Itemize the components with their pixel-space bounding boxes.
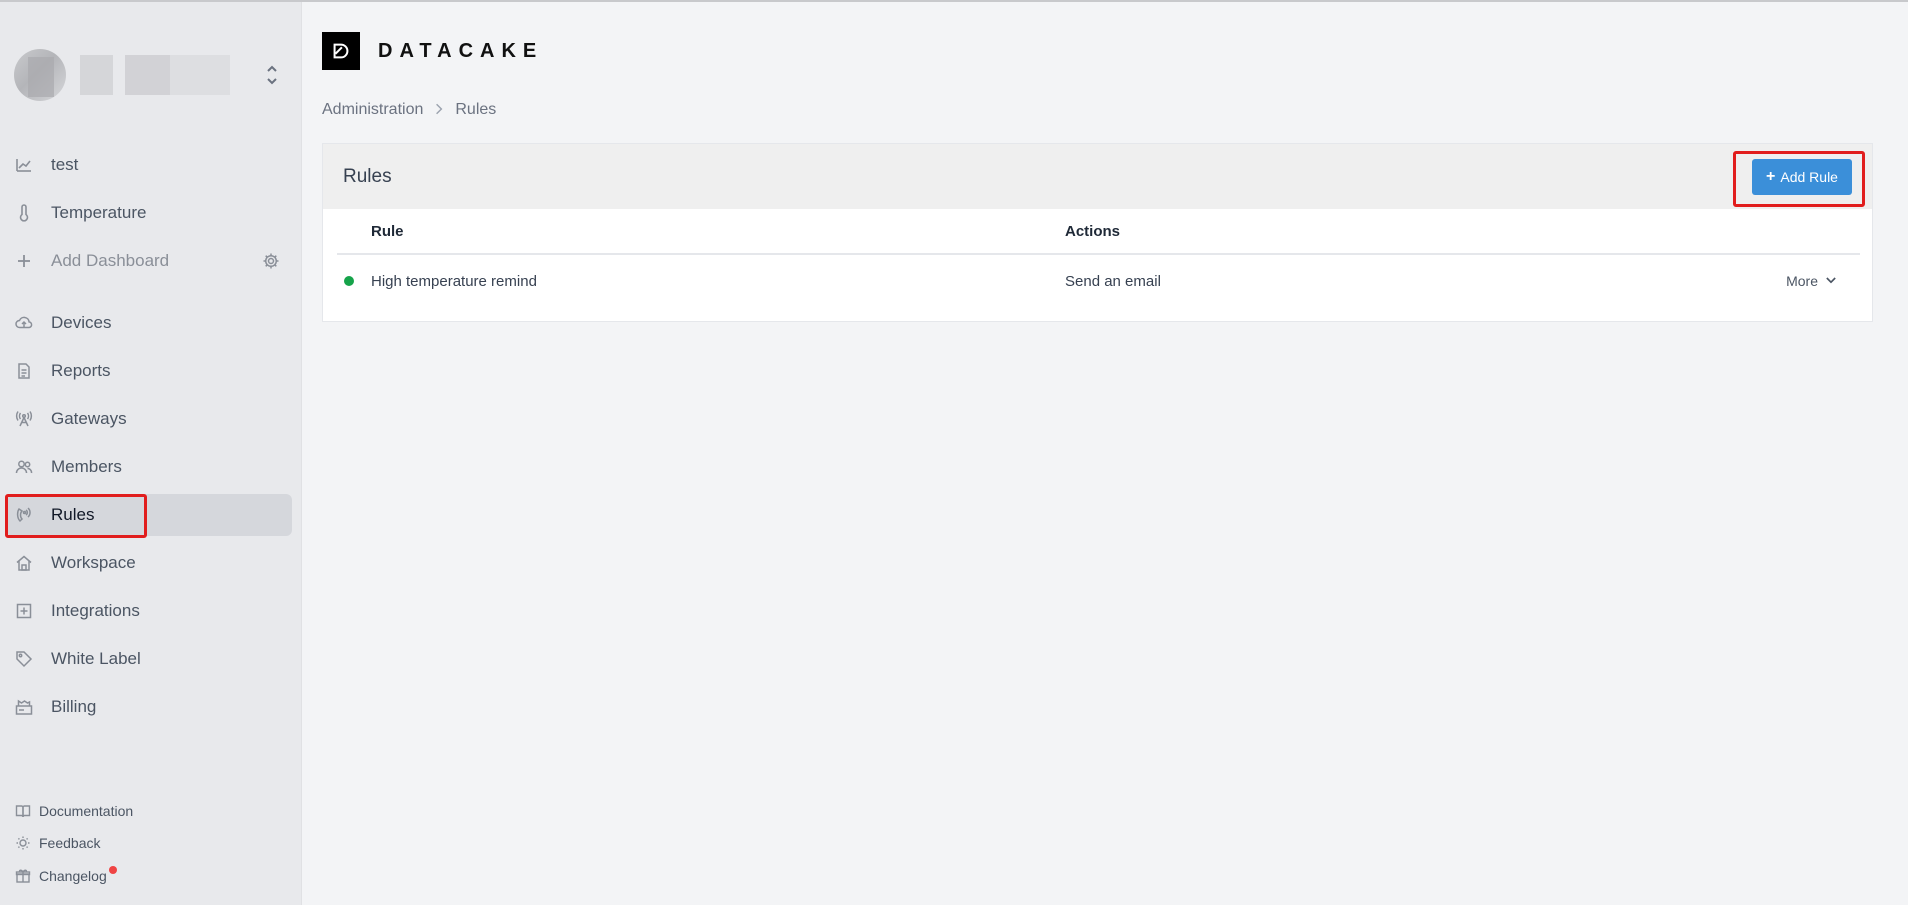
gift-icon bbox=[15, 868, 31, 884]
workspace-avatar bbox=[14, 49, 66, 101]
sidebar: test Temperature Add Dashboard Devices R… bbox=[0, 2, 302, 905]
main-content: DATACAKE Administration Rules Rules + Ad… bbox=[302, 2, 1908, 905]
workspace-name-blurred bbox=[80, 55, 230, 95]
home-icon bbox=[15, 554, 33, 572]
sidebar-item-billing[interactable]: Billing bbox=[6, 686, 292, 728]
footer-label: Changelog bbox=[39, 868, 107, 884]
breadcrumb-administration[interactable]: Administration bbox=[322, 101, 423, 119]
sidebar-item-label: Reports bbox=[51, 361, 111, 380]
plus-square-icon bbox=[15, 602, 33, 620]
sidebar-item-label: test bbox=[51, 155, 79, 174]
table-header: Rule Actions bbox=[337, 209, 1860, 255]
documentation-link[interactable]: Documentation bbox=[15, 800, 133, 822]
footer-label: Documentation bbox=[39, 803, 134, 819]
sidebar-item-label: Integrations bbox=[51, 601, 140, 620]
logo-text: DATACAKE bbox=[378, 39, 544, 62]
datacake-logo: DATACAKE bbox=[322, 32, 543, 70]
sidebar-item-members[interactable]: Members bbox=[6, 446, 292, 488]
changelog-link[interactable]: Changelog bbox=[15, 865, 117, 887]
breadcrumb-current: Rules bbox=[455, 101, 497, 118]
sidebar-item-label: Members bbox=[51, 457, 122, 476]
sidebar-item-label: Workspace bbox=[51, 553, 136, 572]
feedback-link[interactable]: Feedback bbox=[15, 832, 100, 854]
card-title: Rules bbox=[343, 165, 392, 187]
rule-action: Send an email bbox=[1065, 272, 1161, 290]
tag-icon bbox=[15, 650, 33, 668]
sidebar-item-gateways[interactable]: Gateways bbox=[6, 398, 292, 440]
chevron-right-icon bbox=[435, 102, 443, 118]
add-rule-button[interactable]: + Add Rule bbox=[1752, 159, 1852, 195]
column-header-actions: Actions bbox=[1065, 222, 1121, 240]
thermometer-icon bbox=[15, 204, 33, 222]
lightbulb-icon bbox=[15, 835, 31, 851]
rules-table: Rule Actions High temperature remind Sen… bbox=[337, 209, 1860, 307]
table-row[interactable]: High temperature remind Send an email Mo… bbox=[337, 255, 1860, 307]
sidebar-item-test[interactable]: test bbox=[6, 144, 292, 186]
rules-icon bbox=[15, 506, 33, 524]
sidebar-item-temperature[interactable]: Temperature bbox=[6, 192, 292, 234]
plus-icon: + bbox=[1766, 168, 1776, 185]
rule-name[interactable]: High temperature remind bbox=[371, 273, 537, 290]
sidebar-item-label: Devices bbox=[51, 313, 112, 332]
add-dashboard-button[interactable]: Add Dashboard bbox=[6, 240, 292, 282]
status-dot bbox=[344, 276, 354, 286]
sidebar-item-rules[interactable]: Rules bbox=[6, 494, 292, 536]
billing-icon bbox=[15, 698, 33, 716]
breadcrumb: Administration Rules bbox=[322, 101, 496, 119]
chevron-up-down-icon bbox=[264, 60, 280, 90]
sidebar-item-label: Add Dashboard bbox=[51, 251, 170, 270]
book-icon bbox=[15, 803, 31, 819]
cloud-upload-icon bbox=[15, 314, 33, 332]
sidebar-item-workspace[interactable]: Workspace bbox=[6, 542, 292, 584]
sidebar-item-devices[interactable]: Devices bbox=[6, 302, 292, 344]
logo-mark-icon bbox=[322, 32, 360, 70]
sidebar-item-label: Rules bbox=[51, 505, 95, 524]
chart-line-icon bbox=[15, 156, 33, 174]
document-icon bbox=[15, 362, 33, 380]
column-header-rule: Rule bbox=[371, 222, 404, 240]
sidebar-item-reports[interactable]: Reports bbox=[6, 350, 292, 392]
sidebar-item-label: Gateways bbox=[51, 409, 127, 428]
notification-dot bbox=[108, 866, 117, 874]
users-icon bbox=[15, 458, 33, 476]
sidebar-item-integrations[interactable]: Integrations bbox=[6, 590, 292, 632]
footer-label: Feedback bbox=[39, 835, 101, 851]
antenna-icon bbox=[15, 410, 33, 428]
chevron-down-icon bbox=[1826, 275, 1836, 287]
card-header: Rules + Add Rule bbox=[323, 144, 1872, 209]
sidebar-item-label: Temperature bbox=[51, 203, 147, 222]
workspace-switcher[interactable] bbox=[14, 42, 288, 108]
sidebar-item-label: Billing bbox=[51, 697, 97, 716]
more-dropdown[interactable]: More bbox=[1786, 273, 1836, 289]
sidebar-item-label: White Label bbox=[51, 649, 141, 668]
gear-icon[interactable] bbox=[262, 252, 280, 270]
plus-icon bbox=[15, 252, 33, 270]
more-label: More bbox=[1786, 273, 1818, 289]
rules-card: Rules + Add Rule Rule Actions High tempe… bbox=[322, 143, 1873, 322]
sidebar-item-white-label[interactable]: White Label bbox=[6, 638, 292, 680]
add-rule-label: Add Rule bbox=[1780, 169, 1838, 185]
